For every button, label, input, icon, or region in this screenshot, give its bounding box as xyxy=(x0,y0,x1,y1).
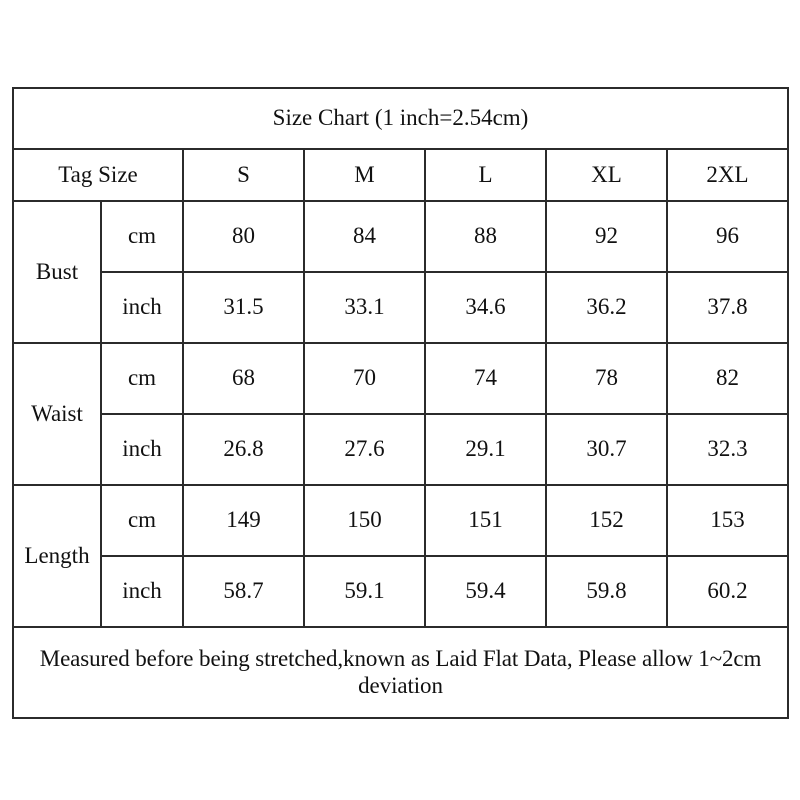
size-chart-container: Size Chart (1 inch=2.54cm) Tag Size S M … xyxy=(12,87,789,719)
waist-cm-s: 68 xyxy=(182,342,305,415)
bust-inch-xl: 36.2 xyxy=(545,271,668,344)
length-cm-xl: 152 xyxy=(545,484,668,557)
waist-inch-s: 26.8 xyxy=(182,413,305,486)
size-header-xl: XL xyxy=(545,148,668,202)
table-row: Waist cm 68 70 74 78 82 xyxy=(12,342,789,486)
length-cm-m: 150 xyxy=(303,484,426,557)
waist-inch-l: 29.1 xyxy=(424,413,547,486)
waist-cm-l: 74 xyxy=(424,342,547,415)
waist-inch-m: 27.6 xyxy=(303,413,426,486)
size-header-2xl: 2XL xyxy=(666,148,789,202)
waist-cm-2xl: 82 xyxy=(666,342,789,415)
bust-cm-2xl: 96 xyxy=(666,200,789,273)
tag-size-header: Tag Size xyxy=(12,148,184,202)
length-inch-xl: 59.8 xyxy=(545,555,668,628)
table-row: inch 58.7 59.1 59.4 59.8 60.2 xyxy=(13,555,789,628)
waist-inch-2xl: 32.3 xyxy=(666,413,789,486)
chart-title: Size Chart (1 inch=2.54cm) xyxy=(12,87,789,150)
table-row: Bust cm 80 84 88 92 96 xyxy=(12,200,789,344)
waist-cm-m: 70 xyxy=(303,342,426,415)
measurement-label-waist: Waist xyxy=(12,342,102,486)
length-inch-m: 59.1 xyxy=(303,555,426,628)
size-chart-table: Size Chart (1 inch=2.54cm) Tag Size S M … xyxy=(12,87,789,719)
chart-footnote: Measured before being stretched,known as… xyxy=(12,626,789,719)
measurement-label-length: Length xyxy=(12,484,102,628)
header-row: Tag Size S M L XL 2XL xyxy=(12,148,789,202)
length-inch-s: 58.7 xyxy=(182,555,305,628)
waist-cm-xl: 78 xyxy=(545,342,668,415)
bust-cm-l: 88 xyxy=(424,200,547,273)
bust-inch-l: 34.6 xyxy=(424,271,547,344)
bust-cm-s: 80 xyxy=(182,200,305,273)
bust-inch-m: 33.1 xyxy=(303,271,426,344)
size-header-l: L xyxy=(424,148,547,202)
table-row: Length cm 149 150 151 152 153 xyxy=(12,484,789,628)
length-inch-2xl: 60.2 xyxy=(666,555,789,628)
bust-cm-xl: 92 xyxy=(545,200,668,273)
unit-label-cm: cm xyxy=(100,484,184,557)
length-cm-2xl: 153 xyxy=(666,484,789,557)
unit-label-inch: inch xyxy=(100,271,184,344)
length-cm-l: 151 xyxy=(424,484,547,557)
bust-cm-m: 84 xyxy=(303,200,426,273)
table-row: inch 31.5 33.1 34.6 36.2 37.8 xyxy=(13,271,789,344)
title-row: Size Chart (1 inch=2.54cm) xyxy=(12,87,789,150)
length-inch-l: 59.4 xyxy=(424,555,547,628)
size-header-s: S xyxy=(182,148,305,202)
measurement-label-bust: Bust xyxy=(12,200,102,344)
footnote-row: Measured before being stretched,known as… xyxy=(12,626,789,719)
unit-label-cm: cm xyxy=(100,342,184,415)
bust-inch-2xl: 37.8 xyxy=(666,271,789,344)
unit-label-inch: inch xyxy=(100,555,184,628)
waist-inch-xl: 30.7 xyxy=(545,413,668,486)
unit-label-inch: inch xyxy=(100,413,184,486)
table-row: inch 26.8 27.6 29.1 30.7 32.3 xyxy=(13,413,789,486)
length-cm-s: 149 xyxy=(182,484,305,557)
unit-label-cm: cm xyxy=(100,200,184,273)
bust-inch-s: 31.5 xyxy=(182,271,305,344)
size-header-m: M xyxy=(303,148,426,202)
